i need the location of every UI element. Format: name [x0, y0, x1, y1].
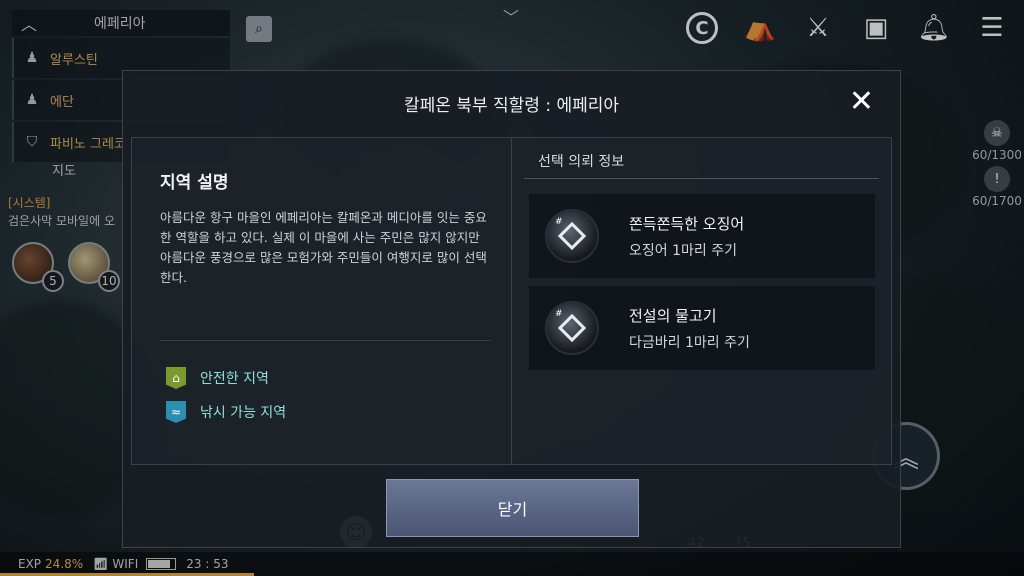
quest-diamond-icon: #	[545, 301, 599, 355]
divider	[524, 178, 879, 179]
region-info-dialog: 칼페온 북부 직할령 : 에페리아 ✕ 지역 설명 아름다운 항구 마을인 에페…	[122, 70, 901, 548]
region-description-panel: 지역 설명 아름다운 항구 마을인 에페리아는 칼페온과 메디아를 잇는 중요한…	[132, 138, 512, 464]
tag-label: 안전한 지역	[200, 371, 269, 387]
quest-detail: 다금바리 1마리 주기	[629, 334, 750, 351]
fish-icon: ≈	[166, 401, 186, 423]
close-icon[interactable]: ✕	[849, 87, 874, 117]
quest-info-panel: 선택 의뢰 정보 # 쫀득쫀득한 오징어 오징어 1마리 주기 # 전설의 물고…	[524, 138, 879, 464]
quest-diamond-icon: #	[545, 209, 599, 263]
quest-detail: 오징어 1마리 주기	[629, 242, 737, 259]
close-button[interactable]: 닫기	[386, 479, 639, 537]
region-description: 아름다운 항구 마을인 에페리아는 칼페온과 메디아를 잇는 중요한 역할을 하…	[160, 210, 487, 285]
quest-heading: 선택 의뢰 정보	[538, 154, 625, 170]
quest-item[interactable]: # 쫀득쫀득한 오징어 오징어 1마리 주기	[529, 194, 875, 278]
quest-name: 전설의 물고기	[629, 306, 717, 325]
tag-label: 낚시 가능 지역	[200, 405, 287, 421]
region-heading: 지역 설명	[160, 173, 229, 193]
tag-safe-zone: ⌂ 안전한 지역	[166, 367, 269, 389]
dialog-title: 칼페온 북부 직할령 : 에페리아	[403, 96, 620, 116]
house-icon: ⌂	[166, 367, 186, 389]
divider	[160, 340, 491, 341]
tag-fishing-zone: ≈ 낚시 가능 지역	[166, 401, 286, 423]
quest-item[interactable]: # 전설의 물고기 다금바리 1마리 주기	[529, 286, 875, 370]
quest-name: 쫀득쫀득한 오징어	[629, 214, 745, 233]
dialog-body: 지역 설명 아름다운 항구 마을인 에페리아는 칼페온과 메디아를 잇는 중요한…	[131, 137, 892, 465]
